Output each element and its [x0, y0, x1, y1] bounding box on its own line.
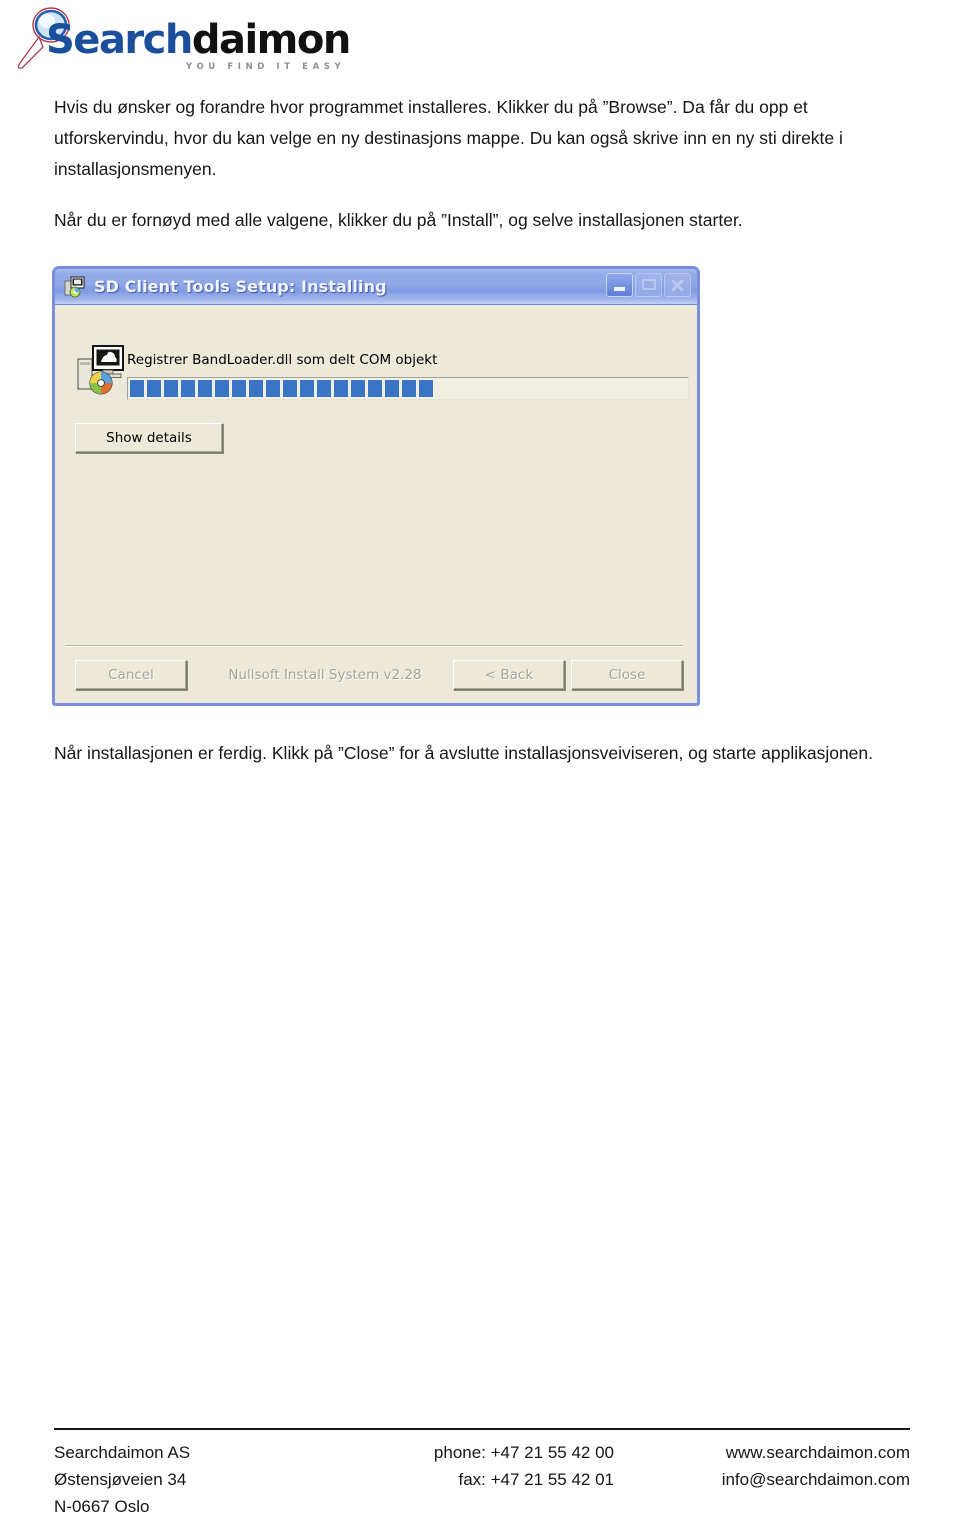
progress-block — [147, 380, 161, 397]
maximize-icon — [642, 279, 656, 290]
progress-block — [164, 380, 178, 397]
progress-block — [317, 380, 331, 397]
install-progress-fill — [130, 380, 686, 397]
dialog-body: Registrer BandLoader.dll som delt COM ob… — [55, 305, 697, 701]
logo-word-search: Search — [46, 17, 193, 63]
close-window-button[interactable] — [664, 273, 691, 297]
page-header: Searchdaimon YOU FIND IT EASY — [0, 0, 960, 82]
cancel-button[interactable]: Cancel — [75, 660, 187, 690]
paragraph-close-instructions: Når installasjonen er ferdig. Klikk på ”… — [54, 743, 874, 763]
page-footer: Searchdaimon AS Østensjøveien 34 N-0667 Os… — [54, 1428, 910, 1520]
minimize-button[interactable] — [606, 273, 633, 297]
computer-cd-install-icon — [77, 345, 124, 395]
dialog-separator — [65, 645, 683, 647]
progress-block — [334, 380, 348, 397]
logo-wordmark: Searchdaimon — [46, 18, 360, 64]
window-control-buttons — [606, 273, 691, 297]
footer-line: www.searchdaimon.com — [725, 1443, 910, 1462]
close-icon — [665, 274, 690, 296]
logo-tagline: YOU FIND IT EASY — [186, 62, 346, 72]
show-details-button[interactable]: Show details — [75, 423, 223, 453]
install-progress-bar — [127, 377, 689, 400]
close-button[interactable]: Close — [571, 660, 683, 690]
footer-phone: phone: +47 21 55 42 00 fax: +47 21 55 42 … — [354, 1439, 614, 1520]
paragraph-install-instructions: Når du er fornøyd med alle valgene, klik… — [54, 210, 743, 230]
installer-dialog-window: SD Client Tools Setup: Installing Regist… — [52, 266, 700, 706]
setup-package-icon — [64, 276, 85, 297]
progress-block — [419, 380, 433, 397]
progress-block — [181, 380, 195, 397]
maximize-button[interactable] — [635, 273, 662, 297]
footer-columns: Searchdaimon AS Østensjøveien 34 N-0667 Os… — [54, 1439, 910, 1520]
nsis-credit-text: Nullsoft Install System v2.28 — [228, 667, 422, 683]
dialog-title-bar[interactable]: SD Client Tools Setup: Installing — [55, 269, 697, 305]
progress-block — [402, 380, 416, 397]
footer-address: Searchdaimon AS Østensjøveien 34 N-0667 Os… — [54, 1439, 354, 1520]
footer-line: Østensjøveien 34 — [54, 1470, 187, 1489]
searchdaimon-logo: Searchdaimon YOU FIND IT EASY — [8, 4, 360, 80]
minimize-icon — [614, 287, 625, 291]
back-button[interactable]: < Back — [453, 660, 565, 690]
progress-block — [283, 380, 297, 397]
progress-block — [266, 380, 280, 397]
progress-block — [249, 380, 263, 397]
progress-block — [215, 380, 229, 397]
logo-word-daimon: daimon — [191, 17, 351, 63]
footer-line: Searchdaimon AS — [54, 1443, 191, 1462]
footer-line: info@searchdaimon.com — [721, 1470, 910, 1489]
footer-line: phone: +47 21 55 42 00 — [433, 1443, 614, 1462]
install-status-text: Registrer BandLoader.dll som delt COM ob… — [127, 352, 438, 368]
progress-block — [385, 380, 399, 397]
footer-line: N-0667 Oslo — [54, 1497, 150, 1516]
progress-block — [198, 380, 212, 397]
dialog-title-text: SD Client Tools Setup: Installing — [94, 277, 387, 296]
progress-block — [368, 380, 382, 397]
footer-divider — [54, 1428, 910, 1430]
progress-block — [300, 380, 314, 397]
progress-block — [232, 380, 246, 397]
paragraph-browse-instructions: Hvis du ønsker og forandre hvor programm… — [54, 97, 843, 179]
progress-block — [351, 380, 365, 397]
footer-web: www.searchdaimon.com info@searchdaimon.co… — [614, 1439, 910, 1520]
footer-line: fax: +47 21 55 42 01 — [458, 1470, 615, 1489]
progress-block — [130, 380, 144, 397]
